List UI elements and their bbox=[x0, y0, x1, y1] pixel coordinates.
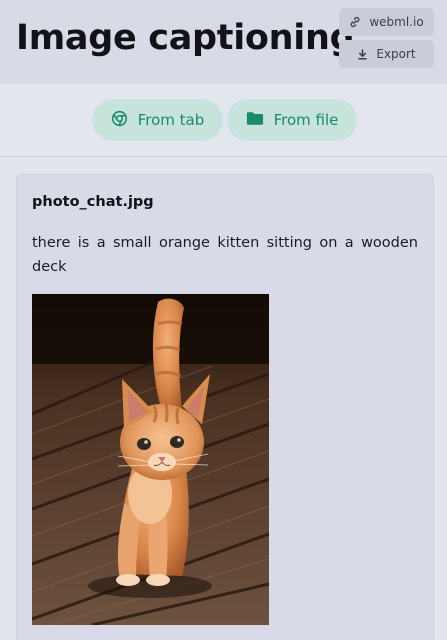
folder-icon bbox=[246, 111, 264, 130]
from-file-button[interactable]: From file bbox=[227, 99, 357, 141]
source-toolbar: From tab From file bbox=[0, 84, 447, 157]
from-tab-label: From tab bbox=[137, 111, 205, 129]
chrome-icon bbox=[111, 110, 128, 131]
app-header: Image captioning webml.io Export bbox=[0, 0, 447, 84]
from-file-label: From file bbox=[273, 111, 339, 129]
webml-link-label: webml.io bbox=[369, 15, 424, 29]
link-icon bbox=[349, 16, 361, 28]
page-title: Image captioning bbox=[16, 18, 355, 58]
caption-result-card: photo_chat.jpg there is a small orange k… bbox=[16, 174, 434, 640]
caption-text: there is a small orange kitten sitting o… bbox=[32, 235, 418, 275]
captioned-image bbox=[32, 294, 269, 625]
from-tab-button[interactable]: From tab bbox=[92, 99, 223, 141]
export-label: Export bbox=[376, 47, 416, 61]
download-icon bbox=[357, 48, 368, 60]
export-button[interactable]: Export bbox=[339, 40, 434, 68]
webml-link-button[interactable]: webml.io bbox=[339, 8, 434, 36]
file-name: photo_chat.jpg bbox=[32, 194, 154, 210]
